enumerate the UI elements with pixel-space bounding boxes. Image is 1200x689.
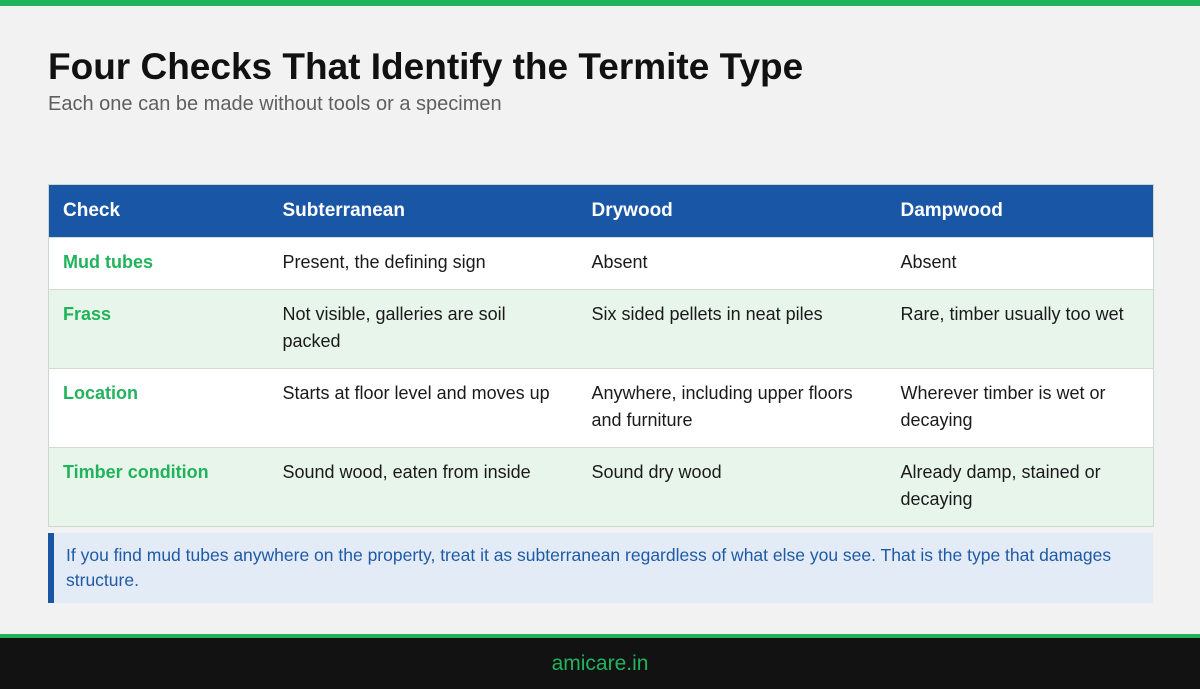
cell-dampwood: Already damp, stained or decaying xyxy=(886,447,1154,527)
footer-site-link[interactable]: amicare.in xyxy=(552,652,649,676)
termite-comparison-table: Check Subterranean Drywood Dampwood Mud … xyxy=(48,184,1154,527)
cell-subterranean: Starts at floor level and moves up xyxy=(268,368,578,448)
column-header-subterranean: Subterranean xyxy=(282,200,405,221)
cell-drywood: Absent xyxy=(577,237,887,290)
page-subtitle: Each one can be made without tools or a … xyxy=(48,93,502,115)
table-body: Mud tubes Present, the defining sign Abs… xyxy=(48,237,1154,527)
row-check-label: Location xyxy=(48,368,269,448)
top-accent-bar xyxy=(0,0,1200,6)
comparison-table-container: Check Subterranean Drywood Dampwood Mud … xyxy=(48,184,1154,527)
column-header-check: Check xyxy=(63,200,121,221)
column-header-drywood: Drywood xyxy=(591,200,673,221)
page-title: Four Checks That Identify the Termite Ty… xyxy=(48,46,804,87)
table-row: Mud tubes Present, the defining sign Abs… xyxy=(48,237,1154,290)
cell-subterranean: Present, the defining sign xyxy=(268,237,578,290)
cell-subterranean: Not visible, galleries are soil packed xyxy=(268,289,578,369)
table-header-row: Check Subterranean Drywood Dampwood xyxy=(48,184,1154,238)
row-check-label: Frass xyxy=(48,289,269,369)
table-row: Location Starts at floor level and moves… xyxy=(48,368,1154,448)
cell-drywood: Six sided pellets in neat piles xyxy=(577,289,887,369)
cell-dampwood: Rare, timber usually too wet xyxy=(886,289,1154,369)
table-header: Check Subterranean Drywood Dampwood xyxy=(48,184,1154,238)
footer-bar: amicare.in xyxy=(0,634,1200,689)
cell-drywood: Sound dry wood xyxy=(577,447,887,527)
table-row: Timber condition Sound wood, eaten from … xyxy=(48,447,1154,527)
row-check-label: Timber condition xyxy=(48,447,269,527)
cell-subterranean: Sound wood, eaten from inside xyxy=(268,447,578,527)
callout-note: If you find mud tubes anywhere on the pr… xyxy=(48,533,1153,603)
column-header-dampwood: Dampwood xyxy=(900,200,1003,221)
callout-text: If you find mud tubes anywhere on the pr… xyxy=(66,545,1112,590)
cell-dampwood: Wherever timber is wet or decaying xyxy=(886,368,1154,448)
cell-dampwood: Absent xyxy=(886,237,1154,290)
row-check-label: Mud tubes xyxy=(48,237,269,290)
cell-drywood: Anywhere, including upper floors and fur… xyxy=(577,368,887,448)
table-row: Frass Not visible, galleries are soil pa… xyxy=(48,289,1154,369)
